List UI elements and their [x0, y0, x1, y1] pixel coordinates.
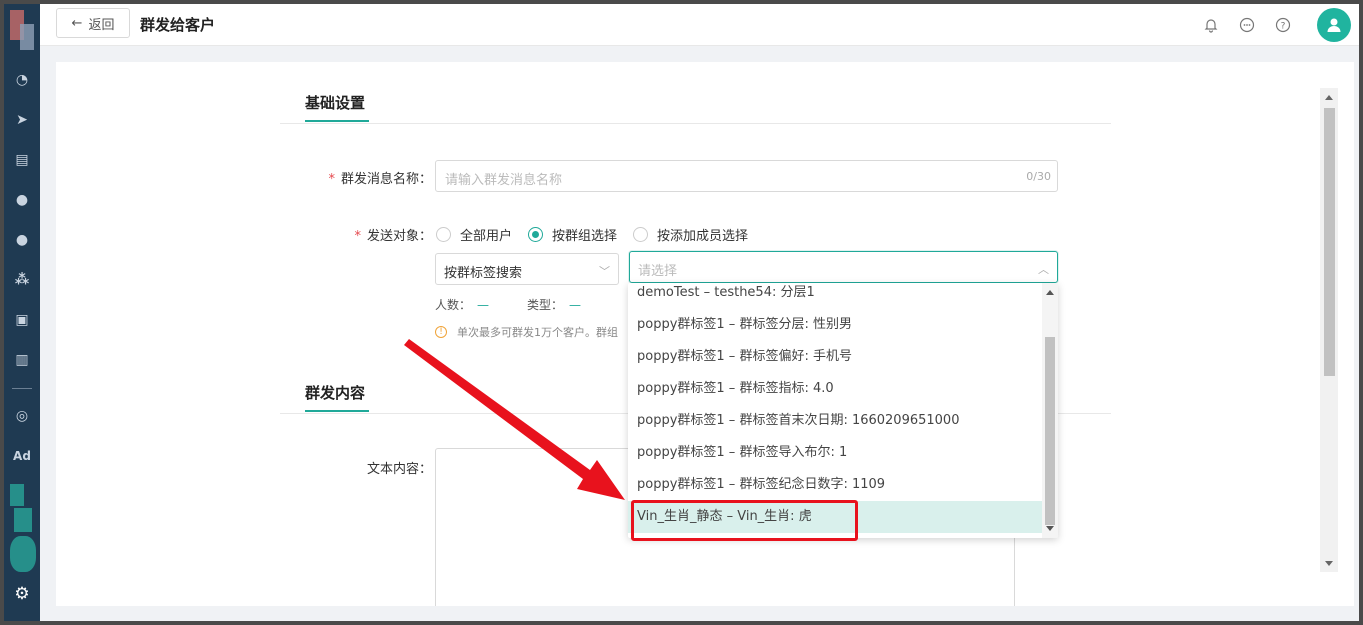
- radio-by-member[interactable]: 按添加成员选择: [633, 225, 748, 244]
- radio-label: 按添加成员选择: [657, 229, 749, 244]
- contact-card-icon[interactable]: ▣: [4, 308, 40, 332]
- page-scrollbar-thumb[interactable]: [1324, 108, 1335, 376]
- wechat-icon[interactable]: ◎: [4, 404, 40, 428]
- scroll-down-arrow-icon[interactable]: [1046, 526, 1054, 531]
- top-header: ← 返回 群发给客户 ?: [40, 4, 1359, 46]
- page-scrollbar[interactable]: [1320, 88, 1338, 572]
- info-icon: !: [435, 326, 447, 338]
- dropdown-scrollbar-thumb[interactable]: [1045, 337, 1055, 525]
- dropdown-option[interactable]: demoTest – testhe54: 分层1: [628, 283, 1042, 309]
- name-label: * 群发消息名称：: [328, 172, 432, 187]
- scroll-up-arrow-icon[interactable]: [1325, 95, 1333, 100]
- chevron-up-icon: ︿: [1038, 263, 1049, 276]
- basic-settings-title: 基础设置: [305, 94, 366, 112]
- dashboard-icon[interactable]: ◔: [4, 68, 40, 92]
- back-button-label: 返回: [88, 17, 115, 33]
- limit-tip: ! 单次最多可群发1万个客户。群组: [435, 324, 618, 340]
- sidebar-divider: [12, 388, 32, 389]
- type-label: 类型：: [527, 298, 564, 312]
- dropdown-option[interactable]: poppy群标签1 – 群标签分层: 性别男: [628, 309, 1042, 341]
- users-icon[interactable]: ●: [4, 228, 40, 252]
- group-type: 类型： —: [527, 296, 581, 313]
- tag-value-placeholder: 请选择: [638, 264, 678, 279]
- settings-gear-icon[interactable]: ⚙: [4, 584, 40, 608]
- dropdown-option[interactable]: poppy群标签1 – 群标签导入布尔: 1: [628, 437, 1042, 469]
- help-icon[interactable]: ?: [1273, 15, 1293, 35]
- radio-circle: [436, 227, 451, 242]
- radio-circle: [633, 227, 649, 242]
- header-actions: ?: [1201, 8, 1351, 42]
- target-label: * 发送对象：: [354, 229, 432, 244]
- people-label: 人数：: [435, 298, 472, 312]
- text-content-label: 文本内容：: [366, 462, 432, 477]
- radio-all-users[interactable]: 全部用户: [436, 225, 512, 244]
- tag-search-select-value: 按群标签搜索: [444, 266, 523, 281]
- tag-value-select[interactable]: 请选择 ︿: [629, 251, 1058, 283]
- radio-by-group[interactable]: 按群组选择: [528, 225, 617, 244]
- section-divider: [280, 123, 1111, 124]
- dropdown-option[interactable]: poppy群标签1 – 群标签偏好: 手机号: [628, 341, 1042, 373]
- chevron-down-icon: ﹀: [599, 265, 610, 278]
- dropdown-scrollbar[interactable]: [1042, 283, 1058, 538]
- send-icon[interactable]: ➤: [4, 108, 40, 132]
- blurred-sidebar-item: [8, 484, 40, 580]
- annotation-highlight-box: [631, 500, 858, 541]
- message-name-placeholder: 请输入群发消息名称: [445, 173, 563, 188]
- type-value: —: [569, 298, 582, 312]
- message-name-input[interactable]: 请输入群发消息名称 0/30: [435, 160, 1058, 192]
- dropdown-option[interactable]: poppy群标签1 – 群标签指标: 4.0: [628, 373, 1042, 405]
- people-value: —: [477, 298, 490, 312]
- basic-settings-underline: [305, 120, 369, 122]
- tag-search-select[interactable]: 按群标签搜索 ﹀: [435, 253, 619, 285]
- sidebar: ◔ ➤ ▤ ● ● ⁂ ▣ ▥ ◎ Ad ⚙: [4, 4, 40, 621]
- content-section-title: 群发内容: [305, 384, 366, 402]
- layout-icon[interactable]: ▤: [4, 148, 40, 172]
- radio-circle-checked: [528, 227, 544, 242]
- user-avatar[interactable]: [1317, 8, 1351, 42]
- char-counter: 0/30: [1026, 170, 1051, 183]
- limit-tip-text: 单次最多可群发1万个客户。群组: [457, 326, 618, 339]
- arrow-left-icon: ←: [71, 15, 83, 31]
- ad-icon[interactable]: Ad: [4, 444, 40, 468]
- radio-label: 全部用户: [460, 229, 513, 244]
- message-icon[interactable]: [1237, 15, 1257, 35]
- bell-icon[interactable]: [1201, 15, 1221, 35]
- target-radio-group: 全部用户 按群组选择 按添加成员选择: [436, 225, 764, 244]
- radio-label: 按群组选择: [552, 229, 618, 244]
- scroll-up-arrow-icon[interactable]: [1046, 290, 1054, 295]
- group-icon[interactable]: ⁂: [4, 268, 40, 292]
- dropdown-option[interactable]: poppy群标签1 – 群标签纪念日数字: 1109: [628, 469, 1042, 501]
- scroll-down-arrow-icon[interactable]: [1325, 561, 1333, 566]
- dropdown-option[interactable]: poppy群标签1 – 群标签首末次日期: 1660209651000: [628, 405, 1042, 437]
- bar-chart-icon[interactable]: ▥: [4, 348, 40, 372]
- app-logo: [10, 10, 38, 52]
- svg-text:?: ?: [1281, 22, 1286, 32]
- content-section-underline: [305, 410, 369, 412]
- page-title: 群发给客户: [140, 16, 216, 34]
- people-count: 人数： —: [435, 296, 489, 313]
- user-icon[interactable]: ●: [4, 188, 40, 212]
- back-button[interactable]: ← 返回: [56, 8, 130, 38]
